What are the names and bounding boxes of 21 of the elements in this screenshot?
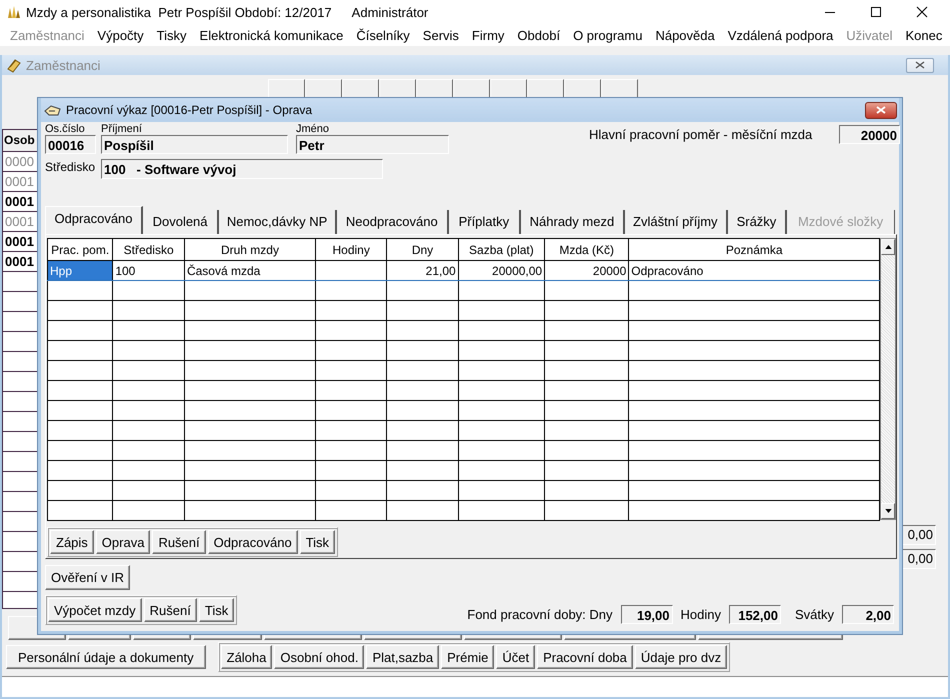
app-title: Mzdy a personalistika Petr Pospíšil Období: 12/2017 [26, 4, 332, 20]
column-header: Druh mzdy [184, 238, 316, 260]
field-label: Hlavní pracovní poměr - měsíční mzda [589, 127, 812, 142]
column-header: Středisko [112, 238, 184, 260]
field-label: Hodiny [680, 607, 721, 622]
field-label: Svátky [794, 607, 834, 622]
column-header: Hodiny [315, 238, 387, 260]
window-title: Zaměstnanci [26, 58, 100, 72]
column-header: Sazba (plat) [458, 238, 545, 260]
column-header: Dny [386, 238, 458, 260]
field-label: Jméno [296, 124, 330, 135]
column-header: Poznámka [628, 238, 880, 260]
dialog-title: Pracovní výkaz [00016-Petr Pospíšil] - Oprava [66, 103, 312, 117]
days-field: 19,00 [620, 605, 673, 624]
field-label: Středisko [45, 160, 96, 174]
column-header: Mzda (Kč) [544, 238, 629, 260]
hours-field: 152,00 [728, 605, 781, 624]
holidays-field: 2,00 [842, 605, 894, 624]
field-label: Fond pracovní doby: Dny [467, 607, 613, 622]
column-header: Prac. pom. [48, 238, 113, 260]
user-name: Administrátor [352, 4, 428, 20]
